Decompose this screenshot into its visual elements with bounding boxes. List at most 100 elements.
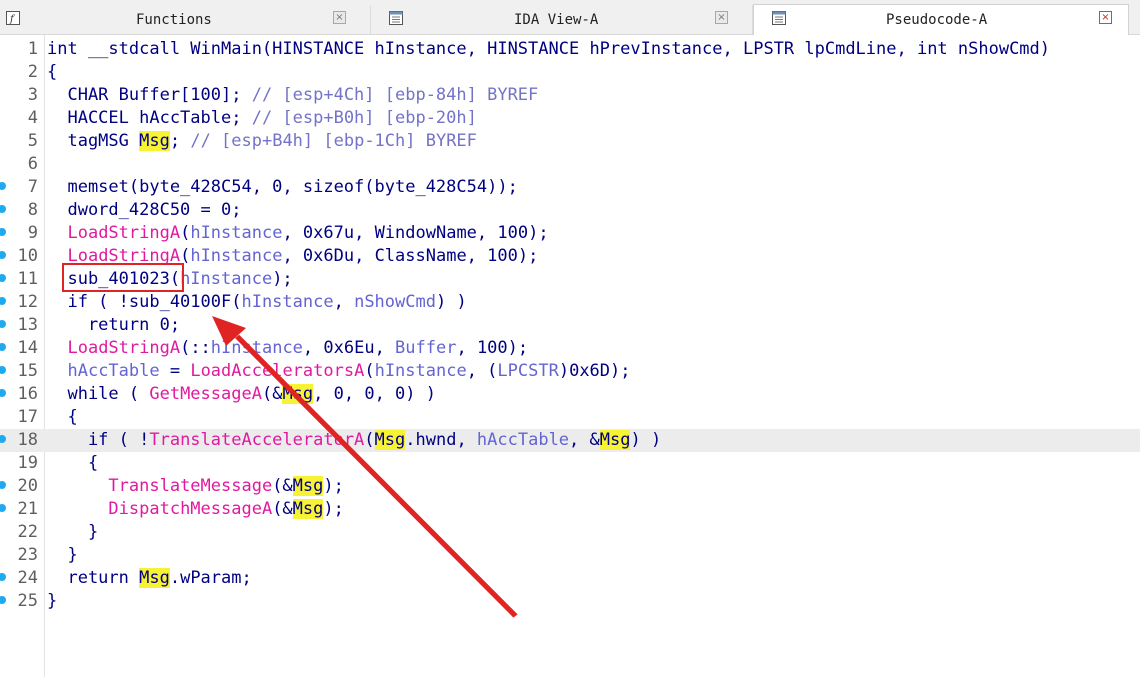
- close-icon[interactable]: ×: [333, 11, 346, 24]
- import-function-name: DispatchMessageA: [108, 499, 273, 519]
- code-text[interactable]: LoadStringA(::hInstance, 0x6Eu, Buffer, …: [47, 337, 528, 360]
- line-number: 25: [17, 591, 38, 611]
- breakpoint-dot-icon[interactable]: [0, 228, 6, 236]
- code-token: }: [47, 522, 99, 542]
- code-text[interactable]: memset(byte_428C54, 0, sizeof(byte_428C5…: [47, 176, 517, 199]
- breakpoint-dot-icon[interactable]: [0, 366, 6, 374]
- code-text[interactable]: return 0;: [47, 314, 180, 337]
- code-line[interactable]: 15 hAccTable = LoadAcceleratorsA(hInstan…: [0, 360, 1140, 383]
- code-token: tagMSG: [47, 131, 140, 151]
- line-number: 2: [27, 62, 38, 82]
- line-number: 23: [17, 545, 38, 565]
- line-number: 6: [27, 154, 38, 174]
- annotation-box: [62, 263, 184, 292]
- variable-name: hInstance: [180, 269, 273, 289]
- code-line[interactable]: 3 CHAR Buffer[100]; // [esp+4Ch] [ebp-84…: [0, 84, 1140, 107]
- tab-label: IDA View-A: [514, 12, 599, 28]
- code-line[interactable]: 5 tagMSG Msg; // [esp+B4h] [ebp-1Ch] BYR…: [0, 130, 1140, 153]
- code-text[interactable]: {: [47, 406, 77, 429]
- code-line[interactable]: 17 {: [0, 406, 1140, 429]
- code-text[interactable]: if ( !TranslateAcceleratorA(Msg.hwnd, hA…: [47, 429, 661, 452]
- code-text[interactable]: DispatchMessageA(&Msg);: [47, 498, 344, 521]
- breakpoint-dot-icon[interactable]: [0, 389, 6, 397]
- line-number: 24: [17, 568, 38, 588]
- breakpoint-dot-icon[interactable]: [0, 297, 6, 305]
- line-number: 10: [17, 246, 38, 266]
- code-token: CHAR Buffer[100];: [47, 85, 252, 105]
- variable-name: hInstance: [190, 246, 283, 266]
- code-line[interactable]: 2{: [0, 61, 1140, 84]
- code-line[interactable]: 24 return Msg.wParam;: [0, 567, 1140, 590]
- code-line[interactable]: 6: [0, 153, 1140, 176]
- breakpoint-dot-icon[interactable]: [0, 573, 6, 581]
- code-line[interactable]: 7 memset(byte_428C54, 0, sizeof(byte_428…: [0, 176, 1140, 199]
- code-line[interactable]: 9 LoadStringA(hInstance, 0x67u, WindowNa…: [0, 222, 1140, 245]
- code-text[interactable]: }: [47, 521, 98, 544]
- code-text[interactable]: }: [47, 544, 77, 567]
- code-text[interactable]: while ( GetMessageA(&Msg, 0, 0, 0) ): [47, 383, 436, 406]
- code-text[interactable]: int __stdcall WinMain(HINSTANCE hInstanc…: [47, 38, 1050, 61]
- list-view-icon: [389, 10, 403, 25]
- code-line[interactable]: 16 while ( GetMessageA(&Msg, 0, 0, 0) ): [0, 383, 1140, 406]
- highlighted-identifier: Msg: [292, 476, 324, 496]
- code-comment: // [esp+4Ch] [ebp-84h] BYREF: [251, 85, 539, 105]
- breakpoint-dot-icon[interactable]: [0, 435, 6, 443]
- import-function-name: LoadAcceleratorsA: [190, 361, 365, 381]
- code-text[interactable]: }: [47, 590, 57, 613]
- tab-ida-view-a[interactable]: IDA View-A ×: [371, 5, 753, 34]
- import-function-name: TranslateMessage: [108, 476, 273, 496]
- variable-name: hAccTable: [67, 361, 160, 381]
- code-token: return: [47, 568, 140, 588]
- breakpoint-dot-icon[interactable]: [0, 182, 6, 190]
- close-icon[interactable]: ×: [715, 11, 728, 24]
- code-token: , (: [466, 361, 498, 381]
- code-text[interactable]: return Msg.wParam;: [47, 567, 252, 590]
- code-line[interactable]: 14 LoadStringA(::hInstance, 0x6Eu, Buffe…: [0, 337, 1140, 360]
- breakpoint-dot-icon[interactable]: [0, 343, 6, 351]
- breakpoint-dot-icon[interactable]: [0, 320, 6, 328]
- code-line[interactable]: 23 }: [0, 544, 1140, 567]
- code-text[interactable]: {: [47, 452, 98, 475]
- line-number: 12: [17, 292, 38, 312]
- code-line[interactable]: 20 TranslateMessage(&Msg);: [0, 475, 1140, 498]
- code-token: if ( !: [47, 430, 150, 450]
- code-token: (::: [180, 338, 211, 358]
- code-line[interactable]: 1 int __stdcall WinMain(HINSTANCE hInstan…: [0, 38, 1140, 61]
- code-text[interactable]: TranslateMessage(&Msg);: [47, 475, 344, 498]
- import-function-name: GetMessageA: [149, 384, 262, 404]
- breakpoint-dot-icon[interactable]: [0, 205, 6, 213]
- code-line[interactable]: 12 if ( !sub_40100F(hInstance, nShowCmd)…: [0, 291, 1140, 314]
- code-text[interactable]: dword_428C50 = 0;: [47, 199, 241, 222]
- code-line[interactable]: 21 DispatchMessageA(&Msg);: [0, 498, 1140, 521]
- code-line[interactable]: 13 return 0;: [0, 314, 1140, 337]
- code-line[interactable]: 18 if ( !TranslateAcceleratorA(Msg.hwnd,…: [0, 429, 1140, 452]
- code-line[interactable]: 4 HACCEL hAccTable; // [esp+B0h] [ebp-20…: [0, 107, 1140, 130]
- code-token: {: [47, 62, 58, 82]
- breakpoint-dot-icon[interactable]: [0, 251, 6, 259]
- code-text[interactable]: LoadStringA(hInstance, 0x67u, WindowName…: [47, 222, 548, 245]
- code-line[interactable]: 19 {: [0, 452, 1140, 475]
- code-line[interactable]: 8 dword_428C50 = 0;: [0, 199, 1140, 222]
- import-function-name: TranslateAcceleratorA: [149, 430, 365, 450]
- code-line[interactable]: 22 }: [0, 521, 1140, 544]
- close-icon[interactable]: ×: [1099, 11, 1112, 24]
- line-number: 3: [27, 85, 38, 105]
- code-text[interactable]: if ( !sub_40100F(hInstance, nShowCmd) ): [47, 291, 466, 314]
- code-line[interactable]: 25}: [0, 590, 1140, 613]
- breakpoint-dot-icon[interactable]: [0, 504, 6, 512]
- code-text[interactable]: CHAR Buffer[100]; // [esp+4Ch] [ebp-84h]…: [47, 84, 538, 107]
- tab-functions[interactable]: f Functions ×: [0, 5, 371, 34]
- code-text[interactable]: tagMSG Msg; // [esp+B4h] [ebp-1Ch] BYREF: [47, 130, 477, 153]
- breakpoint-dot-icon[interactable]: [0, 596, 6, 604]
- breakpoint-dot-icon[interactable]: [0, 274, 6, 282]
- breakpoint-dot-icon[interactable]: [0, 481, 6, 489]
- code-text[interactable]: {: [47, 61, 57, 84]
- import-function-name: LoadStringA: [67, 223, 181, 243]
- code-text[interactable]: hAccTable = LoadAcceleratorsA(hInstance,…: [47, 360, 630, 383]
- line-number: 9: [27, 223, 38, 243]
- tab-pseudocode-a[interactable]: Pseudocode-A ×: [753, 4, 1129, 35]
- code-text[interactable]: HACCEL hAccTable; // [esp+B0h] [ebp-20h]: [47, 107, 476, 130]
